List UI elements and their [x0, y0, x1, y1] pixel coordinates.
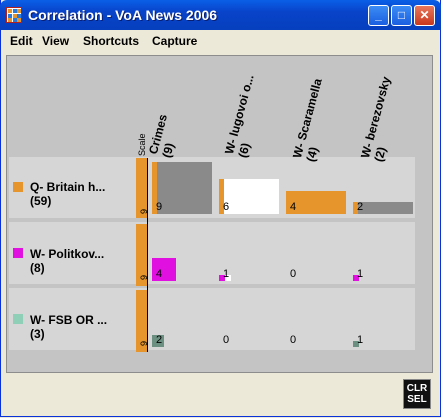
- clear-selection-button[interactable]: CLR SEL: [403, 379, 431, 409]
- menu-bar: Edit View Shortcuts Capture: [1, 30, 440, 52]
- matrix-cell-count: 0: [223, 334, 230, 346]
- menu-view[interactable]: View: [42, 34, 69, 48]
- row-color-swatch: [13, 248, 23, 258]
- minimize-button[interactable]: _: [368, 5, 389, 26]
- row-label-politkovskaya[interactable]: W- Politkov... (8): [30, 247, 104, 275]
- window-title: Correlation - VoA News 2006: [28, 7, 218, 23]
- row-count: (3): [30, 327, 45, 341]
- clr-label: CLR: [406, 383, 428, 394]
- scale-axis-line: [147, 158, 148, 352]
- sel-label: SEL: [407, 394, 427, 405]
- maximize-button[interactable]: □: [391, 5, 412, 26]
- row-name: Q- Britain h...: [30, 180, 106, 194]
- menu-capture[interactable]: Capture: [152, 34, 197, 48]
- matrix-cell-count: 2: [357, 201, 364, 213]
- menu-edit[interactable]: Edit: [10, 34, 33, 48]
- title-bar[interactable]: Correlation - VoA News 2006 _ □ ✕: [0, 0, 441, 30]
- row-count: (8): [30, 261, 45, 275]
- menu-shortcuts[interactable]: Shortcuts: [83, 34, 139, 48]
- row-color-swatch: [13, 314, 23, 324]
- row-label-fsb[interactable]: W- FSB OR ... (3): [30, 313, 107, 341]
- matrix-cell-count: 2: [156, 334, 163, 346]
- close-button[interactable]: ✕: [414, 5, 435, 26]
- grid-app-icon: [6, 7, 22, 23]
- matrix-cell-count: 4: [290, 201, 297, 213]
- row-name: W- FSB OR ...: [30, 313, 108, 327]
- matrix-cell-count: 1: [223, 268, 230, 280]
- row-name: W- Politkov...: [30, 247, 105, 261]
- matrix-cell-count: 4: [156, 268, 163, 280]
- matrix-cell-count: 1: [357, 268, 364, 280]
- matrix-cell-count: 9: [156, 201, 163, 213]
- matrix-cell-count: 1: [357, 334, 364, 346]
- row-count: (59): [30, 194, 52, 208]
- matrix-cell-count: 6: [223, 201, 230, 213]
- matrix-cell-count: 0: [290, 334, 297, 346]
- row-label-britain[interactable]: Q- Britain h... (59): [30, 180, 105, 208]
- matrix-cell-count: 0: [290, 268, 297, 280]
- scale-label: Scale: [137, 133, 147, 156]
- row-color-swatch: [13, 182, 23, 192]
